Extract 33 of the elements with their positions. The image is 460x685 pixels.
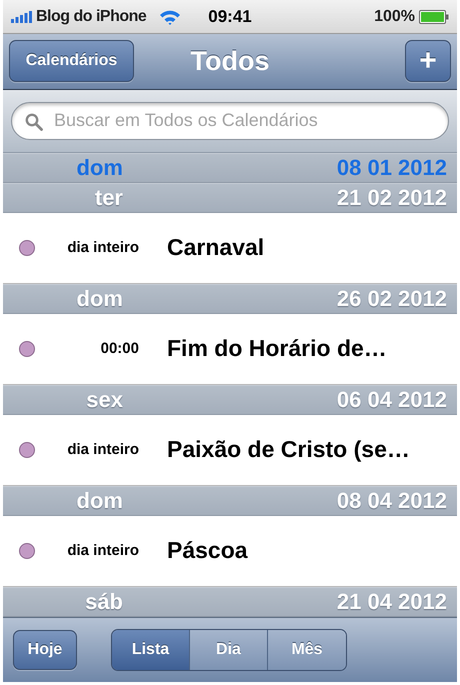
date-label: 08 04 2012 [336,488,448,514]
weekday-label: ter [94,184,123,211]
search-icon [25,112,43,131]
weekday-label: dom [76,154,123,181]
event-time: dia inteiro [66,239,139,256]
calendars-button[interactable]: Calendários [9,40,134,82]
battery-percent: 100% [374,8,415,26]
weekday-label: sex [85,386,123,413]
status-time: 09:41 [208,6,252,27]
battery-icon [419,10,449,24]
event-time: dia inteiro [66,441,139,458]
carrier-name: Blog do iPhone [36,8,146,26]
date-label: 06 04 2012 [336,386,448,413]
weekday-label: dom [76,286,123,312]
date-label: 21 04 2012 [336,588,448,615]
event-time: 00:00 [100,340,139,358]
wifi-icon [159,8,182,25]
date-label: 08 01 2012 [336,154,448,181]
event-time: dia inteiro [66,542,139,560]
event-title: Carnaval [167,234,264,262]
signal-icon [11,10,33,23]
weekday-label: sáb [84,588,123,615]
event-title: Páscoa [167,537,248,564]
add-button[interactable]: + [405,40,451,82]
view-segment[interactable]: Lista [112,630,190,670]
screen-title: Todos [190,46,270,77]
weekday-label: dom [76,488,123,514]
today-button[interactable]: Hoje [13,630,77,670]
date-label: 26 02 2012 [336,286,448,312]
event-title: Fim do Horário de… [167,335,387,362]
event-title: Paixão de Cristo (se… [167,436,410,464]
search-field[interactable]: Buscar em Todos os Calendários [11,102,449,140]
date-label: 21 02 2012 [336,184,448,211]
